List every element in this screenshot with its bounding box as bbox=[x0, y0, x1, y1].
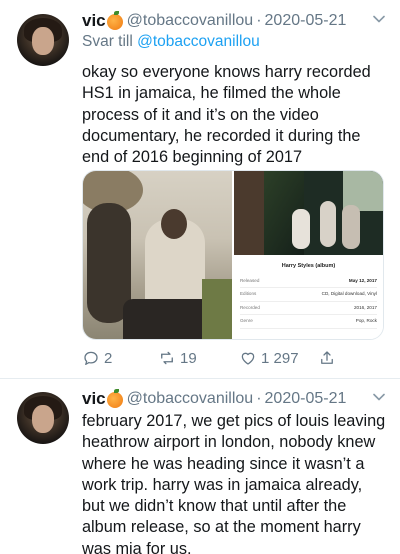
tweet[interactable]: vic @tobaccovanillou · 2020-05-21 Svar t… bbox=[0, 0, 400, 378]
display-name[interactable]: vic bbox=[82, 389, 106, 409]
album-infobox: Harry Styles (album) Released May 12, 20… bbox=[234, 255, 383, 339]
tangerine-emoji-icon bbox=[106, 389, 123, 408]
media-screenshot-photo bbox=[233, 171, 383, 255]
reply-icon bbox=[84, 351, 98, 366]
chevron-down-icon[interactable] bbox=[372, 390, 386, 404]
like-button[interactable]: 1 297 bbox=[239, 347, 299, 369]
user-handle[interactable]: @tobaccovanillou bbox=[127, 390, 254, 408]
tangerine-emoji-icon bbox=[106, 11, 123, 30]
tweet[interactable]: vic @tobaccovanillou · 2020-05-21 februa… bbox=[0, 380, 400, 554]
infobox-key: Editions bbox=[239, 291, 257, 297]
photo-person-head bbox=[161, 209, 187, 239]
infobox-key: Genre bbox=[239, 318, 253, 324]
share-button[interactable] bbox=[318, 347, 340, 369]
infobox-key: Recorded bbox=[239, 304, 260, 310]
tweet-date[interactable]: 2020-05-21 bbox=[265, 12, 347, 30]
photo-figure bbox=[291, 209, 310, 249]
separator-dot: · bbox=[256, 12, 262, 29]
infobox-row: Genre Pop, Rock bbox=[239, 315, 377, 329]
infobox-value: Pop, Rock bbox=[355, 318, 377, 324]
photo-wall bbox=[233, 171, 264, 255]
tweet-media[interactable]: Harry Styles (album) Released May 12, 20… bbox=[82, 170, 384, 340]
photo-foliage bbox=[202, 279, 232, 339]
reply-button[interactable]: 2 bbox=[82, 347, 112, 369]
user-handle[interactable]: @tobaccovanillou bbox=[127, 12, 254, 30]
heart-icon bbox=[241, 352, 255, 365]
tweet-actions: 2 19 1 297 bbox=[82, 347, 382, 369]
retweet-icon bbox=[161, 351, 173, 365]
infobox-key: Released bbox=[239, 278, 260, 283]
infobox-title: Harry Styles (album) bbox=[281, 263, 336, 269]
infobox-value: 2016, 2017 bbox=[353, 304, 377, 310]
replying-to: Svar till @tobaccovanillou bbox=[82, 33, 260, 51]
infobox-row: Recorded 2016, 2017 bbox=[239, 302, 377, 316]
tweet-separator bbox=[0, 378, 400, 379]
reply-count: 2 bbox=[104, 349, 113, 367]
retweet-button[interactable]: 19 bbox=[158, 347, 197, 369]
replying-to-handle[interactable]: @tobaccovanillou bbox=[137, 33, 260, 50]
display-name[interactable]: vic bbox=[82, 11, 106, 31]
media-photo-group[interactable] bbox=[83, 171, 232, 339]
tweet-text: february 2017, we get pics of louis leav… bbox=[82, 412, 386, 554]
infobox-row: Released May 12, 2017 bbox=[239, 275, 377, 289]
chevron-down-icon[interactable] bbox=[372, 12, 386, 26]
retweet-count: 19 bbox=[180, 349, 197, 367]
avatar[interactable] bbox=[17, 14, 69, 66]
tweet-header: vic @tobaccovanillou · 2020-05-21 bbox=[82, 388, 390, 410]
tweet-text: okay so everyone knows harry recorded HS… bbox=[82, 63, 371, 167]
share-icon bbox=[321, 351, 333, 364]
avatar[interactable] bbox=[17, 392, 69, 444]
photo-figure bbox=[319, 201, 336, 247]
tweet-date[interactable]: 2020-05-21 bbox=[265, 390, 347, 408]
photo-figure bbox=[341, 205, 360, 249]
like-count: 1 297 bbox=[261, 349, 299, 367]
infobox-value: May 12, 2017 bbox=[348, 278, 377, 283]
tweet-header: vic @tobaccovanillou · 2020-05-21 bbox=[82, 10, 390, 32]
avatar-face bbox=[32, 27, 54, 55]
infobox-value: CD, Digital download, Vinyl bbox=[321, 291, 377, 297]
separator-dot: · bbox=[256, 390, 262, 407]
avatar-face bbox=[32, 405, 54, 433]
infobox-row: Editions CD, Digital download, Vinyl bbox=[239, 288, 377, 302]
replying-to-label: Svar till bbox=[82, 33, 133, 50]
media-screenshot[interactable]: Harry Styles (album) Released May 12, 20… bbox=[233, 171, 383, 339]
